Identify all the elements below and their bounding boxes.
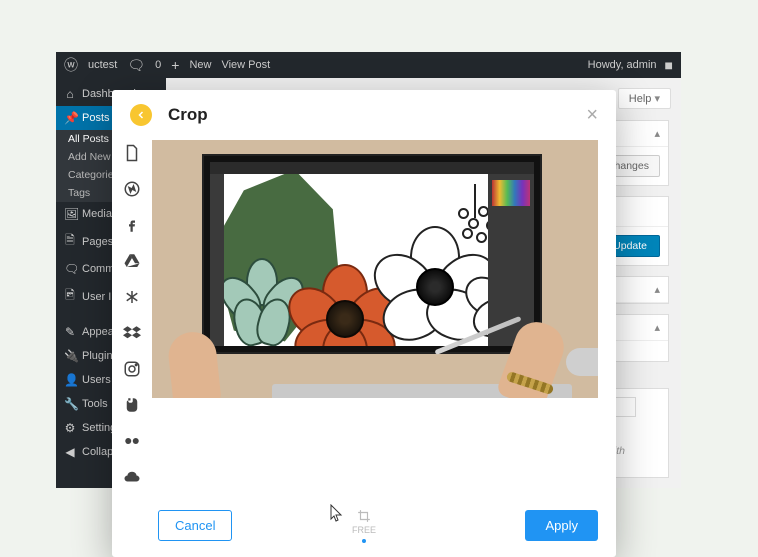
source-tool-rail [112,140,152,486]
modal-overlay: Crop × [56,78,681,488]
howdy-text[interactable]: Howdy, admin [588,59,657,71]
site-name[interactable]: uctest [88,59,117,71]
modal-footer: Cancel FREE Apply [112,500,616,557]
wp-logo-icon[interactable]: ⓦ [64,55,78,75]
chevron-left-icon [135,109,147,121]
flickr-icon[interactable] [123,432,141,450]
apply-button[interactable]: Apply [525,510,598,541]
view-post-link[interactable]: View Post [221,59,270,71]
evernote-icon[interactable] [123,396,141,414]
wp-admin-toolbar: ⓦ uctest 🗨 0 + New View Post Howdy, admi… [56,52,681,78]
crop-preview-image[interactable] [152,140,598,398]
crop-modal: Crop × [112,90,616,557]
avatar-icon[interactable]: ■ [665,57,673,73]
asterisk-icon[interactable] [123,288,141,306]
close-button[interactable]: × [586,105,598,125]
onedrive-icon[interactable] [123,468,141,486]
cursor-arrow-icon [330,504,344,527]
crop-mode-selector[interactable]: FREE [352,509,376,543]
cancel-button[interactable]: Cancel [158,510,232,541]
instagram-icon[interactable] [123,360,141,378]
crop-image-area [152,140,616,486]
depicted-monitor [202,154,542,354]
compass-icon[interactable] [123,180,141,198]
comments-count: 0 [155,59,161,71]
modal-header: Crop × [112,90,616,140]
comments-bubble-icon[interactable]: 🗨 [127,57,145,74]
modal-body [112,140,616,500]
plus-icon[interactable]: + [171,57,179,73]
crop-mode-label: FREE [352,525,376,535]
dropbox-icon[interactable] [123,324,141,342]
modal-title: Crop [168,105,208,125]
new-link[interactable]: New [189,59,211,71]
file-icon[interactable] [123,144,141,162]
crop-icon [357,509,371,523]
back-button[interactable] [130,104,152,126]
wordpress-background: ⓦ uctest 🗨 0 + New View Post Howdy, admi… [56,52,681,488]
facebook-icon[interactable] [123,216,141,234]
pager-dot-icon [362,539,366,543]
gdrive-icon[interactable] [123,252,141,270]
